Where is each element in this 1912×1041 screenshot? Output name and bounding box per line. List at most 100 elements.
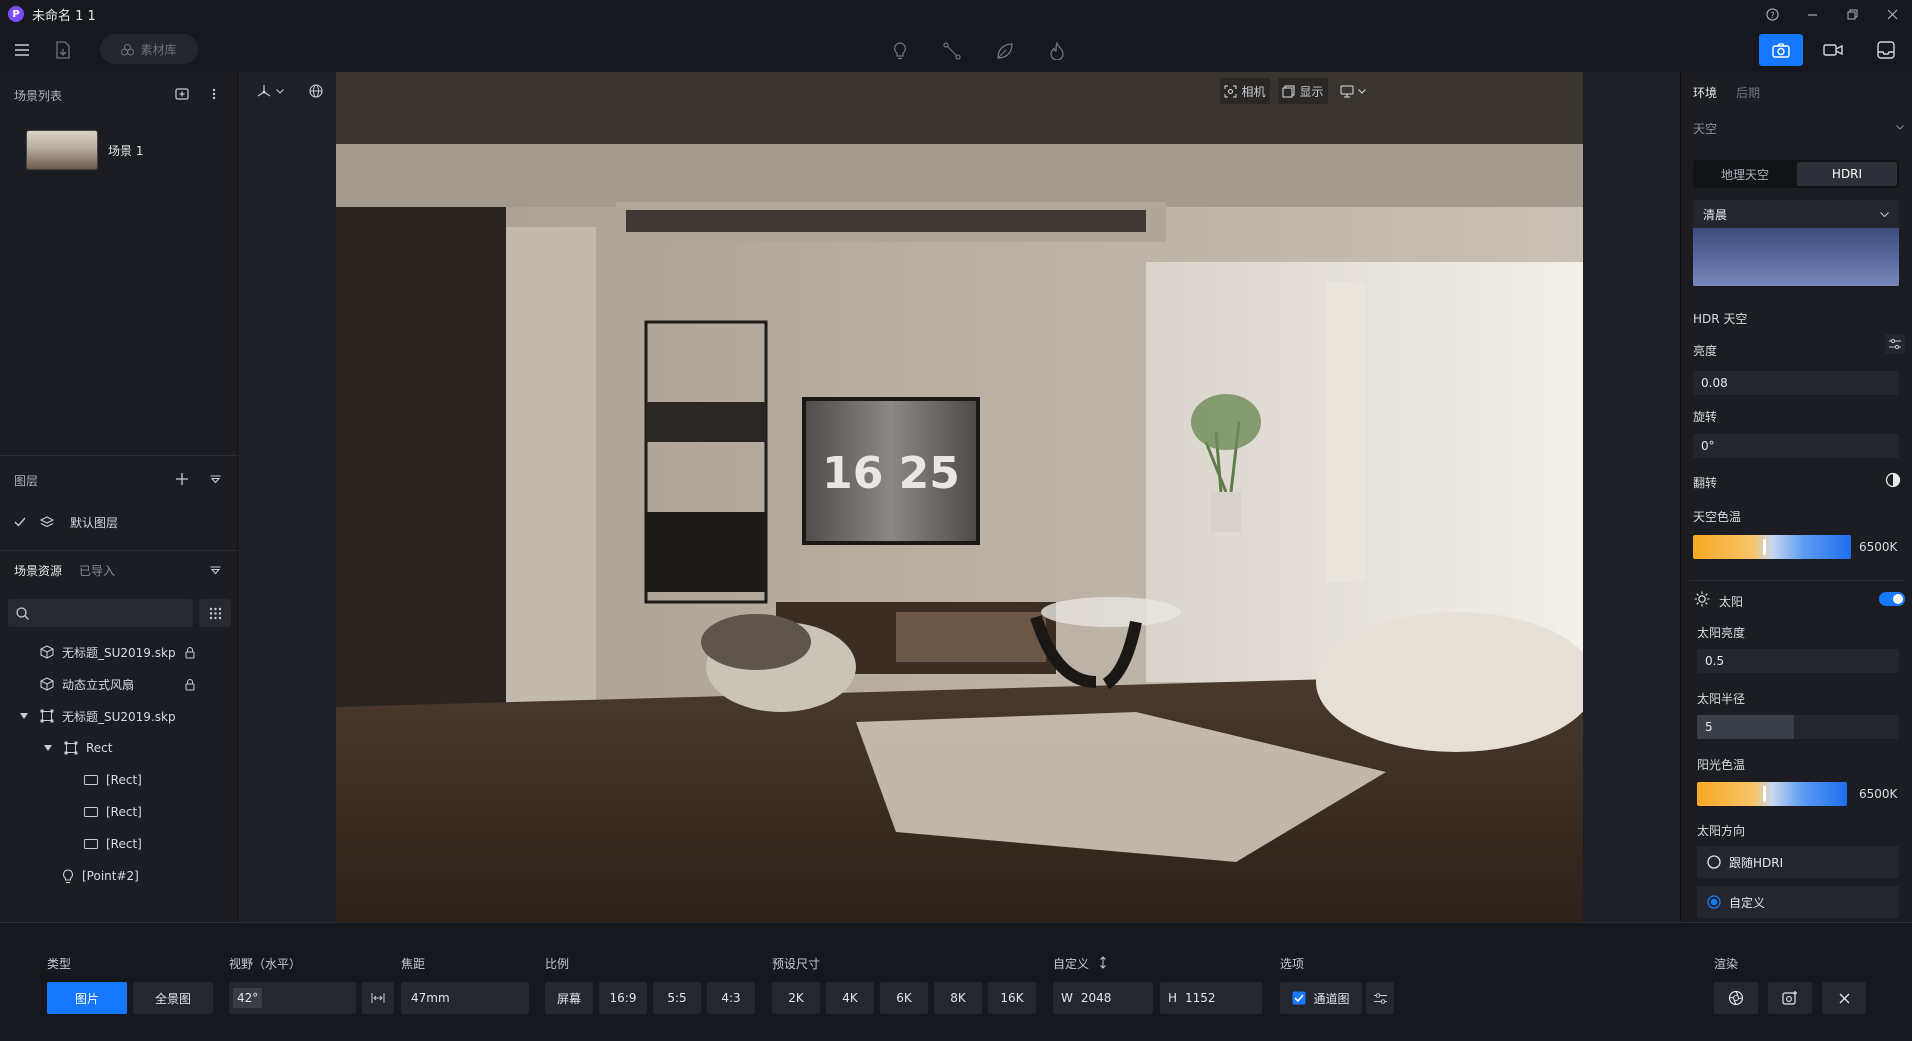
- flip-toggle-icon[interactable]: [1883, 470, 1903, 490]
- tree-item[interactable]: 无标题_SU2019.skp: [40, 642, 176, 662]
- sky-temperature-slider[interactable]: [1693, 535, 1851, 559]
- sun-temperature-slider[interactable]: [1697, 782, 1847, 806]
- checkbox-checked-icon[interactable]: [1292, 991, 1306, 1005]
- sky-temperature-thumb[interactable]: [1763, 539, 1766, 555]
- lock-icon[interactable]: [183, 644, 197, 660]
- channel-map-checkbox[interactable]: 通道图: [1280, 982, 1362, 1014]
- light-bulb-icon[interactable]: [888, 39, 912, 63]
- scene-list-item[interactable]: 场景 1: [26, 130, 143, 170]
- screen-share-button[interactable]: [1336, 78, 1370, 104]
- sun-direction-follow-option[interactable]: 跟随HDRI: [1697, 846, 1899, 878]
- video-mode-button[interactable]: [1811, 34, 1855, 66]
- layer-filter-icon[interactable]: [207, 472, 223, 486]
- tab-post-processing[interactable]: 后期: [1736, 84, 1760, 101]
- focal-length-input[interactable]: 47mm: [401, 982, 529, 1014]
- globe-icon[interactable]: [306, 78, 326, 104]
- radio-checked-icon[interactable]: [1707, 895, 1721, 909]
- tab-imported[interactable]: 已导入: [79, 562, 115, 579]
- adjust-icon[interactable]: [1885, 334, 1905, 354]
- restore-icon[interactable]: [1832, 0, 1872, 28]
- tree-item[interactable]: [Rect]: [84, 834, 142, 854]
- preset-2k-button[interactable]: 2K: [772, 982, 820, 1014]
- sun-direction-custom-label: 自定义: [1729, 895, 1766, 910]
- render-snapshot-button[interactable]: [1768, 982, 1812, 1014]
- tree-item[interactable]: [Rect]: [84, 770, 142, 790]
- options-settings-button[interactable]: [1366, 982, 1394, 1014]
- leaf-icon[interactable]: [993, 39, 1017, 63]
- fov-input[interactable]: 42°: [229, 982, 356, 1014]
- tab-scene-assets[interactable]: 场景资源: [14, 562, 62, 579]
- divider: [0, 550, 238, 551]
- tree-item[interactable]: Rect: [44, 738, 112, 758]
- add-layer-icon[interactable]: [173, 470, 191, 488]
- render-preview[interactable]: 16 25: [336, 72, 1583, 922]
- minimize-icon[interactable]: [1792, 0, 1832, 28]
- type-panorama-button[interactable]: 全景图: [133, 982, 213, 1014]
- collapse-arrow-icon[interactable]: [20, 713, 28, 719]
- lock-icon[interactable]: [183, 676, 197, 692]
- path-tool-icon[interactable]: [940, 39, 964, 63]
- transform-tool-button[interactable]: [252, 78, 288, 104]
- ratio-16-9-label: 16:9: [609, 991, 637, 1005]
- preset-4k-button[interactable]: 4K: [826, 982, 874, 1014]
- ratio-4-3-button[interactable]: 4:3: [707, 982, 755, 1014]
- right-panel: 环境 后期 天空 地理天空 HDRI 清晨 HDR 天空 亮度 0.08 旋转 …: [1680, 72, 1912, 922]
- ratio-5-5-button[interactable]: 5:5: [653, 982, 701, 1014]
- sun-direction-custom-option[interactable]: 自定义: [1697, 886, 1899, 918]
- sun-toggle[interactable]: [1879, 592, 1905, 606]
- swap-dimensions-icon[interactable]: [1097, 955, 1109, 969]
- preset-8k-button[interactable]: 8K: [934, 982, 982, 1014]
- grid-view-button[interactable]: [199, 599, 231, 627]
- add-scene-icon[interactable]: [173, 86, 191, 102]
- checkmark-icon[interactable]: [14, 517, 26, 527]
- render-viewport[interactable]: 16 25 相机 显示: [238, 72, 1680, 922]
- scene-thumbnail: [26, 130, 98, 170]
- help-icon[interactable]: ?: [1752, 0, 1792, 28]
- layer-row-default[interactable]: 默认图层: [14, 512, 118, 532]
- hdri-preview[interactable]: [1693, 228, 1899, 286]
- preset-8k-label: 8K: [950, 991, 966, 1005]
- gallery-button[interactable]: [1864, 34, 1908, 66]
- height-input[interactable]: H 1152: [1160, 982, 1262, 1014]
- type-image-button[interactable]: 图片: [47, 982, 127, 1014]
- import-file-icon[interactable]: [52, 39, 74, 61]
- render-cancel-button[interactable]: [1822, 982, 1866, 1014]
- camera-mode-button[interactable]: [1759, 34, 1803, 66]
- preset-16k-button[interactable]: 16K: [988, 982, 1036, 1014]
- sun-radius-slider[interactable]: 5: [1697, 715, 1899, 739]
- collapse-arrow-icon[interactable]: [44, 745, 52, 751]
- close-icon[interactable]: [1872, 0, 1912, 28]
- display-settings-button[interactable]: 显示: [1278, 78, 1328, 104]
- tree-item-label: [Point#2]: [82, 869, 139, 883]
- ratio-16-9-button[interactable]: 16:9: [599, 982, 647, 1014]
- tree-item[interactable]: [Point#2]: [62, 866, 139, 886]
- ratio-screen-button[interactable]: 屏幕: [545, 982, 593, 1014]
- more-options-icon[interactable]: [206, 86, 222, 102]
- assets-search-input[interactable]: [8, 599, 193, 627]
- flame-icon[interactable]: [1045, 39, 1069, 63]
- sun-direction-follow-label: 跟随HDRI: [1729, 855, 1784, 870]
- sky-mode-hdri[interactable]: HDRI: [1797, 162, 1897, 186]
- hdri-preset-select[interactable]: 清晨: [1693, 200, 1899, 228]
- sky-mode-geographic[interactable]: 地理天空: [1695, 162, 1795, 186]
- assets-filter-icon[interactable]: [207, 563, 223, 577]
- tree-item[interactable]: [Rect]: [84, 802, 142, 822]
- render-image: 16 25: [336, 72, 1583, 922]
- render-settings-button[interactable]: [1714, 982, 1758, 1014]
- sky-collapse-icon[interactable]: [1895, 122, 1905, 132]
- sun-temperature-thumb[interactable]: [1763, 786, 1766, 802]
- brightness-input[interactable]: 0.08: [1693, 371, 1899, 395]
- sun-brightness-input[interactable]: 0.5: [1697, 649, 1899, 673]
- rotation-input[interactable]: 0°: [1693, 434, 1899, 458]
- tree-item[interactable]: 动态立式风扇: [40, 674, 134, 694]
- tree-item[interactable]: 无标题_SU2019.skp: [20, 706, 176, 726]
- radio-unchecked-icon[interactable]: [1707, 855, 1721, 869]
- tab-environment[interactable]: 环境: [1693, 84, 1717, 101]
- width-input[interactable]: W 2048: [1053, 982, 1153, 1014]
- menu-icon[interactable]: [12, 40, 32, 60]
- preset-6k-button[interactable]: 6K: [880, 982, 928, 1014]
- material-library-button[interactable]: 素材库: [100, 34, 198, 64]
- fov-fit-button[interactable]: [362, 982, 394, 1014]
- camera-settings-button[interactable]: 相机: [1220, 78, 1270, 104]
- preset-16k-label: 16K: [1000, 991, 1024, 1005]
